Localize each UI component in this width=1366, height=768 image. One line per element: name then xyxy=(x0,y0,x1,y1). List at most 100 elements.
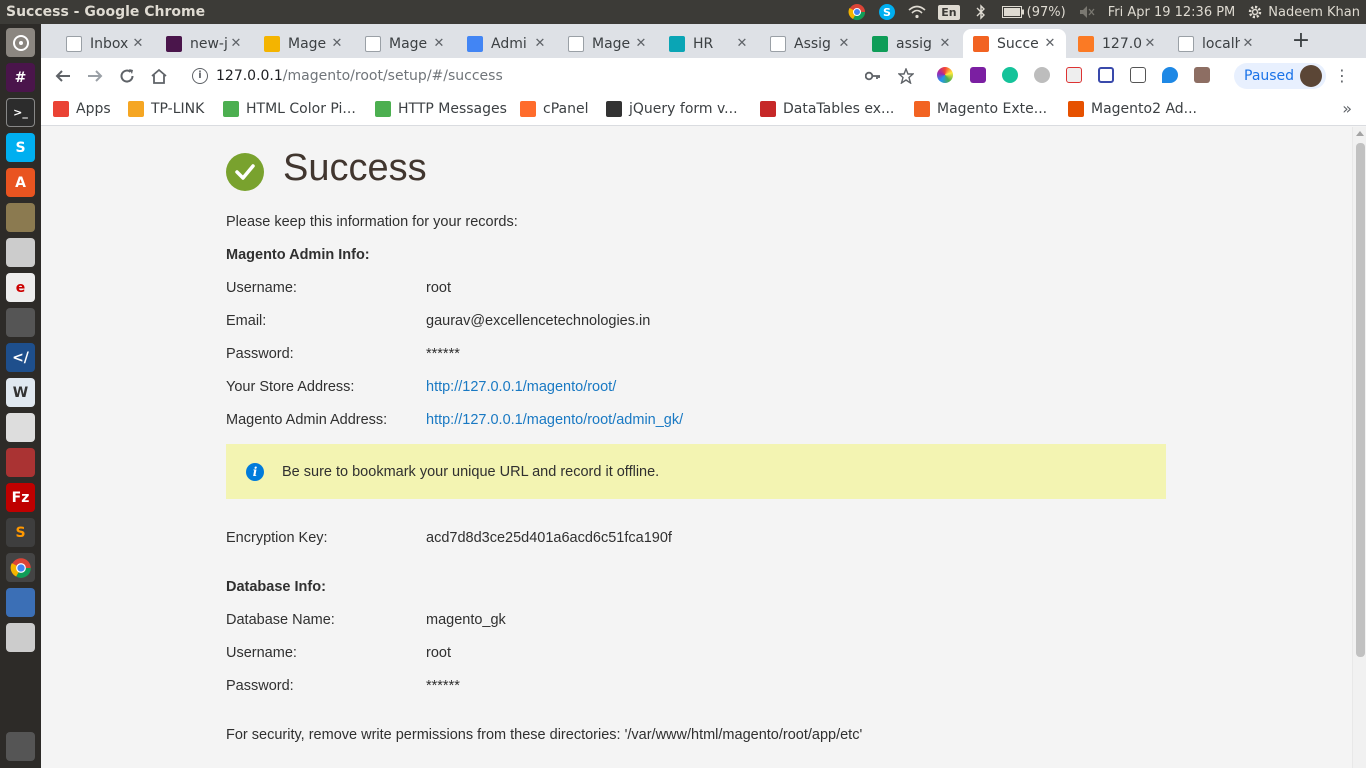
tab-close-icon[interactable]: ✕ xyxy=(836,36,852,51)
volume-muted-icon[interactable] xyxy=(1078,3,1096,21)
document-editor-icon[interactable]: W xyxy=(6,378,35,407)
bug-extension-icon[interactable] xyxy=(1194,67,1210,83)
browser-toolbar: i 127.0.0.1/magento/root/setup/#/success… xyxy=(41,58,1366,94)
tab-5[interactable]: Admi ✕ xyxy=(457,29,556,58)
ubuntu-dash-icon[interactable] xyxy=(6,28,35,57)
clock[interactable]: Fri Apr 19 12:36 PM xyxy=(1108,5,1236,20)
tab-2[interactable]: new-j ✕ xyxy=(156,29,252,58)
admin-password-value: ****** xyxy=(426,346,460,362)
tab-label: Inbox xyxy=(90,35,129,52)
reload-button[interactable] xyxy=(115,64,139,88)
drop-extension-icon[interactable] xyxy=(1162,67,1178,83)
tab-close-icon[interactable]: ✕ xyxy=(937,36,953,51)
gimp-launcher-icon[interactable] xyxy=(6,203,35,232)
software-center-icon[interactable]: A xyxy=(6,168,35,197)
tab-3[interactable]: Mage ✕ xyxy=(254,29,353,58)
wifi-icon[interactable] xyxy=(908,3,926,21)
bluetooth-icon[interactable] xyxy=(972,3,990,21)
skype-indicator-icon[interactable]: S xyxy=(878,3,896,21)
bookmark-item[interactable]: Magento Exte... xyxy=(914,101,1047,117)
tab-1[interactable]: Inbox ✕ xyxy=(56,29,154,58)
keyboard-language-indicator[interactable]: En xyxy=(938,4,960,20)
bookmark-item[interactable]: HTTP Messages xyxy=(375,101,507,117)
tab-6[interactable]: Mage ✕ xyxy=(558,29,657,58)
archive-manager-icon[interactable] xyxy=(6,448,35,477)
tab-close-icon[interactable]: ✕ xyxy=(329,36,345,51)
bookmark-item[interactable]: Apps xyxy=(53,101,111,117)
tab-12[interactable]: localh ✕ xyxy=(1168,29,1264,58)
new-tab-button[interactable]: + xyxy=(1289,29,1313,53)
image-viewer-icon[interactable] xyxy=(6,238,35,267)
bookmark-item[interactable]: cPanel xyxy=(520,101,588,117)
terminal-launcher-icon[interactable]: >_ xyxy=(6,98,35,127)
unity-launcher: # >_ S A e </ W Fz S xyxy=(0,24,41,768)
tab-close-icon[interactable]: ✕ xyxy=(1240,36,1256,51)
bookmark-label: cPanel xyxy=(543,101,589,117)
sublime-launcher-icon[interactable]: S xyxy=(6,518,35,547)
info-extension-icon[interactable] xyxy=(1130,67,1146,83)
trash-icon[interactable] xyxy=(6,732,35,761)
tab-4[interactable]: Mage ✕ xyxy=(355,29,455,58)
profile-paused-button[interactable]: Paused xyxy=(1234,63,1326,89)
text-editor-icon[interactable] xyxy=(6,413,35,442)
admin-address-link[interactable]: http://127.0.0.1/magento/root/admin_gk/ xyxy=(426,412,683,428)
bookmark-item[interactable]: Magento2 Ad... xyxy=(1068,101,1197,117)
chrome-indicator-icon[interactable] xyxy=(848,3,866,21)
tab-close-icon[interactable]: ✕ xyxy=(431,36,447,51)
docs-icon xyxy=(467,35,483,52)
ruler-extension-icon[interactable] xyxy=(1066,67,1082,83)
saved-passwords-key-icon[interactable] xyxy=(861,64,885,88)
purple-extension-icon[interactable] xyxy=(970,67,986,83)
tab-8[interactable]: Assig ✕ xyxy=(760,29,860,58)
bookmark-item[interactable]: TP-LINK xyxy=(128,101,204,117)
tab-9[interactable]: assig ✕ xyxy=(862,29,961,58)
forward-button[interactable] xyxy=(83,64,107,88)
success-check-icon xyxy=(226,153,264,191)
address-bar[interactable]: i 127.0.0.1/magento/root/setup/#/success xyxy=(182,61,922,91)
tab-11[interactable]: 127.0 ✕ xyxy=(1068,29,1166,58)
screenshot-launcher-icon[interactable] xyxy=(6,623,35,652)
tab-close-icon[interactable]: ✕ xyxy=(734,36,750,51)
reload-icon xyxy=(120,69,134,83)
grammarly-extension-icon[interactable] xyxy=(1002,67,1018,83)
globe-extension-icon[interactable] xyxy=(1034,67,1050,83)
tab-10[interactable]: Succe ✕ xyxy=(963,29,1066,58)
vscode-launcher-icon[interactable]: </ xyxy=(6,343,35,372)
skype-launcher-icon[interactable]: S xyxy=(6,133,35,162)
page-scrollbar[interactable] xyxy=(1352,127,1366,768)
color-picker-launcher-icon[interactable] xyxy=(6,588,35,617)
page-icon xyxy=(365,35,381,52)
bookmark-item[interactable]: jQuery form v... xyxy=(606,101,738,117)
bookmark-item[interactable]: HTML Color Pi... xyxy=(223,101,356,117)
scroll-up-arrow-icon[interactable] xyxy=(1356,131,1364,136)
crop-extension-icon[interactable] xyxy=(1098,67,1114,83)
bookmark-star-icon[interactable] xyxy=(894,64,918,88)
home-button[interactable] xyxy=(147,64,171,88)
tab-close-icon[interactable]: ✕ xyxy=(130,36,146,51)
back-button[interactable] xyxy=(51,64,75,88)
tab-close-icon[interactable]: ✕ xyxy=(1142,36,1158,51)
bookmark-item[interactable]: DataTables ex... xyxy=(760,101,894,117)
tab-close-icon[interactable]: ✕ xyxy=(228,36,244,51)
pdf-viewer-icon[interactable]: e xyxy=(6,273,35,302)
admin-username-value: root xyxy=(426,280,451,296)
network-icon[interactable] xyxy=(6,308,35,337)
colorzilla-extension-icon[interactable] xyxy=(937,67,953,83)
slack-launcher-icon[interactable]: # xyxy=(6,63,35,92)
chrome-launcher-icon[interactable] xyxy=(6,553,35,582)
tab-close-icon[interactable]: ✕ xyxy=(633,36,649,51)
chrome-menu-icon[interactable]: ⋮ xyxy=(1334,66,1350,85)
filezilla-launcher-icon[interactable]: Fz xyxy=(6,483,35,512)
battery-indicator[interactable]: (97%) xyxy=(1001,5,1066,20)
xing-icon xyxy=(669,35,685,52)
scrollbar-thumb[interactable] xyxy=(1356,143,1365,657)
site-info-icon[interactable]: i xyxy=(192,68,208,84)
bookmarks-overflow-chevron-icon[interactable]: » xyxy=(1342,99,1352,118)
tab-close-icon[interactable]: ✕ xyxy=(1042,36,1058,51)
tab-7[interactable]: HR ✕ xyxy=(659,29,758,58)
bookmark-label: Magento2 Ad... xyxy=(1091,101,1198,117)
tab-close-icon[interactable]: ✕ xyxy=(532,36,548,51)
user-menu[interactable]: Nadeem Khan xyxy=(1247,4,1360,20)
store-address-link[interactable]: http://127.0.0.1/magento/root/ xyxy=(426,379,616,395)
tab-label: HR xyxy=(693,35,714,52)
